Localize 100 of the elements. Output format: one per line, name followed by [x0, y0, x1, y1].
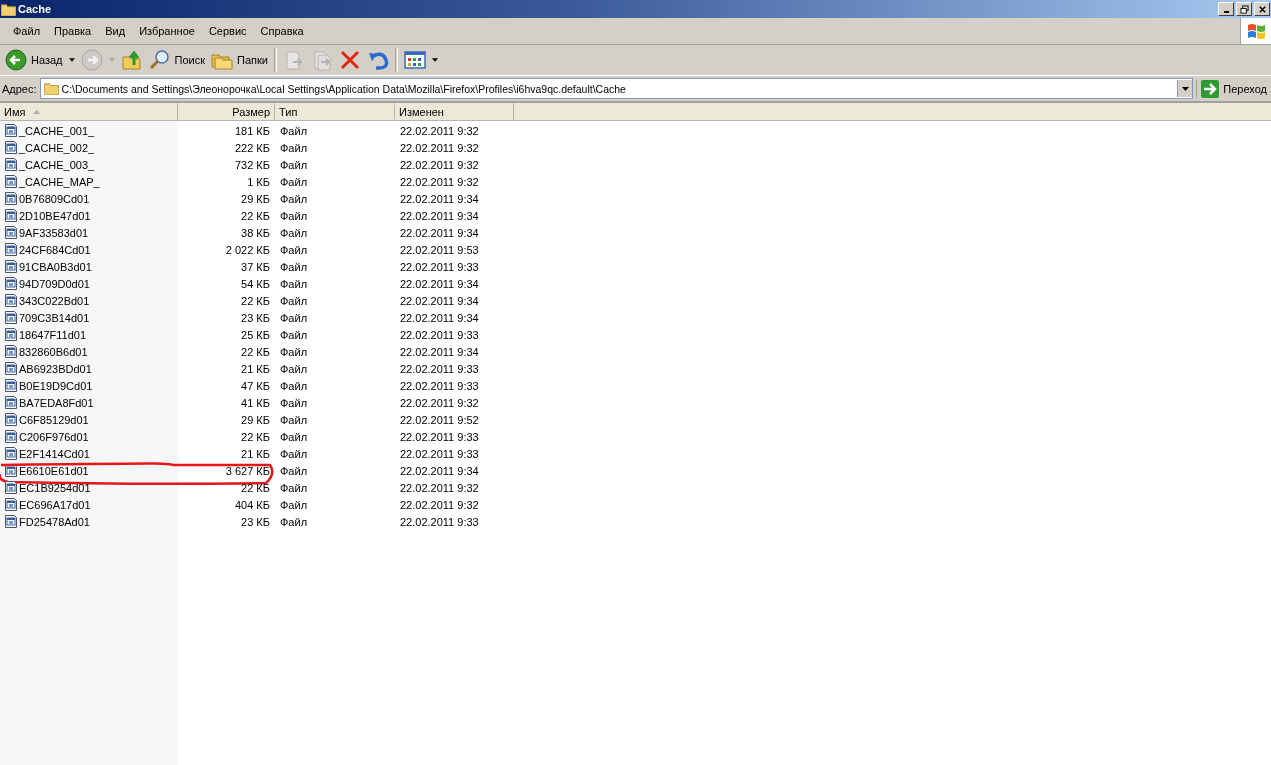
table-cell-text: Файл	[279, 158, 309, 171]
column-header[interactable]: Тип	[275, 103, 395, 120]
table-cell-text: 22.02.2011 9:34	[399, 311, 480, 324]
file-name-cell[interactable]: 24CF684Cd01	[0, 243, 178, 256]
table-cell-text: Файл	[279, 515, 309, 528]
file-name-cell[interactable]: E6610E61d01	[0, 464, 178, 477]
table-cell-text: 22.02.2011 9:34	[399, 464, 480, 477]
file-name-cell[interactable]: 91CBA0B3d01	[0, 260, 178, 273]
file-name-cell[interactable]: 709C3B14d01	[0, 311, 178, 324]
table-cell-text: 1 КБ	[246, 175, 271, 188]
table-cell-text: 404 КБ	[233, 498, 271, 511]
column-header[interactable]: Размер	[178, 103, 275, 120]
table-cell-text: 25 КБ	[240, 328, 271, 341]
table-cell-text: 22.02.2011 9:34	[399, 294, 480, 307]
file-name-cell[interactable]: 94D709D0d01	[0, 277, 178, 290]
file-name-cell[interactable]: 9AF33583d01	[0, 226, 178, 239]
table-cell-text: 22 КБ	[240, 294, 271, 307]
menu-item[interactable]: Сервис	[201, 25, 254, 37]
table-cell-text: 22.02.2011 9:34	[399, 192, 480, 205]
file-name-cell[interactable]: FD25478Ad01	[0, 515, 178, 528]
table-cell-text: Файл	[279, 226, 309, 239]
table-cell-text: 22.02.2011 9:33	[399, 362, 480, 375]
table-cell-text: 3 627 КБ	[224, 464, 271, 477]
table-cell-text: 23 КБ	[240, 311, 271, 324]
file-name-cell[interactable]: _CACHE_MAP_	[0, 175, 178, 188]
menu-item[interactable]: Вид	[98, 25, 133, 37]
file-name-cell[interactable]: 343C022Bd01	[0, 294, 178, 307]
table-cell-text: Файл	[279, 294, 309, 307]
file-name-cell[interactable]: 832860B6d01	[0, 345, 178, 358]
file-name-cell[interactable]: EC696A17d01	[0, 498, 178, 511]
table-cell-text: 22.02.2011 9:32	[399, 158, 480, 171]
table-cell-text: Файл	[279, 328, 309, 341]
table-cell-text: 22 КБ	[240, 430, 271, 443]
table-cell-text: Файл	[279, 345, 309, 358]
file-name-cell[interactable]: B0E19D9Cd01	[0, 379, 178, 392]
table-cell-text: Файл	[279, 447, 309, 460]
menu-item[interactable]: Правка	[47, 25, 99, 37]
table-cell-text: 38 КБ	[240, 226, 271, 239]
table-cell-text: 22 КБ	[240, 209, 271, 222]
folders-button[interactable]: Папки	[208, 47, 271, 73]
file-name-cell[interactable]: E2F1414Cd01	[0, 447, 178, 460]
table-cell-text: Файл	[279, 260, 309, 273]
table-cell-text: 22.02.2011 9:32	[399, 124, 480, 137]
table-cell-text: 22.02.2011 9:33	[399, 515, 480, 528]
table-cell-text: 22 КБ	[240, 481, 271, 494]
table-cell-text: Файл	[279, 141, 309, 154]
file-name-cell[interactable]: _CACHE_001_	[0, 124, 178, 137]
search-button[interactable]: Поиск	[145, 47, 208, 73]
file-name-cell[interactable]: _CACHE_003_	[0, 158, 178, 171]
table-cell-text: Файл	[279, 430, 309, 443]
table-cell-text: 21 КБ	[240, 362, 271, 375]
table-cell-text: Файл	[279, 311, 309, 324]
table-cell-text: 22.02.2011 9:32	[399, 498, 480, 511]
column-header[interactable]: Изменен	[395, 103, 514, 120]
table-cell-text: 54 КБ	[240, 277, 271, 290]
table-cell-text: 22.02.2011 9:32	[399, 175, 480, 188]
file-name-cell[interactable]: BA7EDA8Fd01	[0, 396, 178, 409]
column-header[interactable]: Имя	[0, 103, 178, 120]
table-cell-text: 732 КБ	[233, 158, 271, 171]
file-name-cell[interactable]: AB6923BDd01	[0, 362, 178, 375]
table-cell-text: Файл	[279, 481, 309, 494]
file-name-cell[interactable]: 18647F11d01	[0, 328, 178, 341]
menu-item[interactable]: Файл	[6, 25, 48, 37]
file-name-cell[interactable]: 2D10BE47d01	[0, 209, 178, 222]
table-cell-text: 22.02.2011 9:32	[399, 141, 480, 154]
file-name-cell[interactable]: _CACHE_002_	[0, 141, 178, 154]
menu-item[interactable]: Справка	[253, 25, 311, 37]
table-cell-text: 22.02.2011 9:33	[399, 447, 480, 460]
table-cell-text: 22.02.2011 9:33	[399, 260, 480, 273]
table-cell-text: 22.02.2011 9:34	[399, 277, 480, 290]
table-cell-text: Файл	[279, 175, 309, 188]
table-cell-text: 22.02.2011 9:33	[399, 328, 480, 341]
table-cell-text: 29 КБ	[240, 192, 271, 205]
address-field[interactable]: C:\Documents and Settings\Элеонорочка\Local Settings\Application Data\Mozilla\Firefox\Profiles\i6hva9qc.default\Cache	[39, 78, 1194, 99]
table-cell-text: 23 КБ	[240, 515, 271, 528]
table-cell-text: 29 КБ	[240, 413, 271, 426]
table-cell-text: Файл	[279, 498, 309, 511]
file-name-cell[interactable]: C206F976d01	[0, 430, 178, 443]
file-name-cell[interactable]: C6F85129d01	[0, 413, 178, 426]
table-cell-text: 22.02.2011 9:32	[399, 396, 480, 409]
file-name-cell[interactable]: 0B76809Cd01	[0, 192, 178, 205]
table-cell-text: 22.02.2011 9:53	[399, 243, 480, 256]
table-cell-text: 22.02.2011 9:32	[399, 481, 480, 494]
table-cell-text: Файл	[279, 243, 309, 256]
go-button[interactable]: Переход	[1196, 79, 1269, 98]
table-cell-text: 47 КБ	[240, 379, 271, 392]
menu-item[interactable]: Избранное	[132, 25, 202, 37]
table-cell-text: 22.02.2011 9:52	[399, 413, 480, 426]
table-cell-text: Файл	[279, 192, 309, 205]
table-cell-text: 41 КБ	[240, 396, 271, 409]
table-cell-text: 222 КБ	[233, 141, 271, 154]
table-cell-text: 2 022 КБ	[224, 243, 271, 256]
table-cell-text: 21 КБ	[240, 447, 271, 460]
file-name-cell[interactable]: EC1B9254d01	[0, 481, 178, 494]
table-cell-text: Файл	[279, 209, 309, 222]
table-cell-text: 22.02.2011 9:33	[399, 430, 480, 443]
table-cell-text: 22 КБ	[240, 345, 271, 358]
back-button[interactable]: Назад	[2, 47, 78, 73]
table-cell-text: Файл	[279, 124, 309, 137]
table-cell-text: 37 КБ	[240, 260, 271, 273]
